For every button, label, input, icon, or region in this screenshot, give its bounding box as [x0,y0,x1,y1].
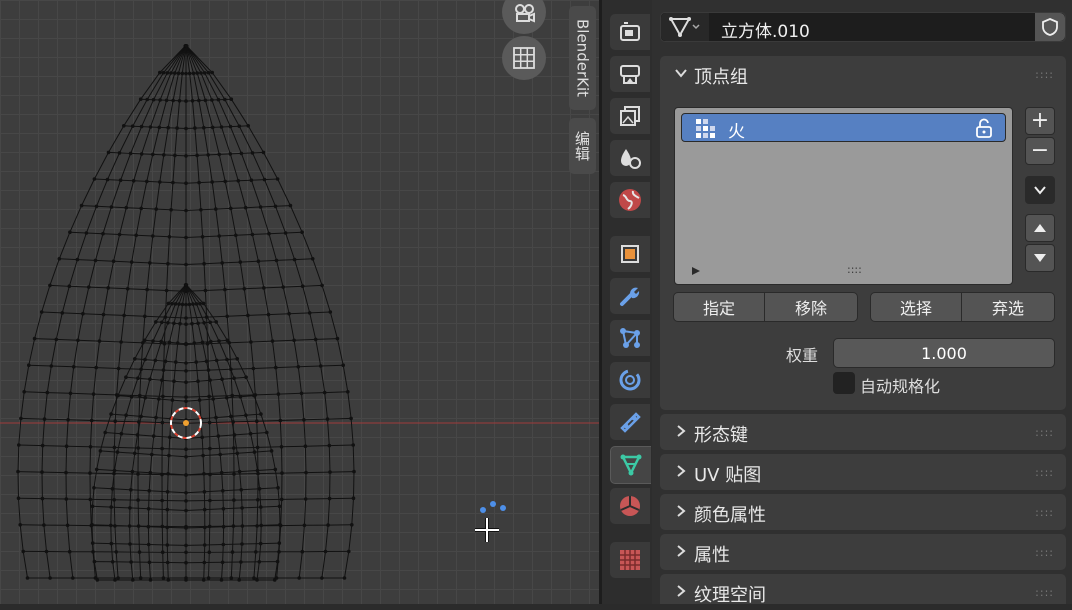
vertex-group-icon [696,119,715,138]
drag-handle-icon[interactable]: :::: [1035,506,1054,519]
select-button[interactable]: 选择 [870,292,962,322]
tab-output[interactable] [610,56,650,92]
physics-icon [619,369,641,391]
auto-normalize-label: 自动规格化 [860,377,941,396]
color-attributes-panel[interactable]: 颜色属性 :::: [660,494,1066,530]
add-vertex-group-button[interactable]: + [1025,107,1055,135]
n-tab-label: 编辑 [573,131,591,161]
panel-header[interactable]: 颜色属性 :::: [660,494,1066,530]
tab-constraints[interactable] [610,404,650,440]
unlock-icon[interactable] [975,118,993,138]
chevron-right-icon [677,425,686,437]
vertex-group-list[interactable]: 火 :::: [674,107,1013,285]
tab-texture[interactable] [610,542,650,578]
n-tab-blenderkit[interactable]: BlenderKit [569,6,596,110]
move-down-button[interactable] [1025,244,1055,272]
panel-title: 形态键 [694,425,748,446]
resize-handle-icon[interactable]: :::: [847,263,862,276]
tab-modifiers[interactable] [610,278,650,314]
move-up-button[interactable] [1025,214,1055,242]
chevron-down-icon [1034,186,1046,195]
drag-handle-icon[interactable]: :::: [1035,68,1054,81]
world-icon [619,189,641,211]
constraints-icon [620,412,641,433]
scene-icon [621,149,641,169]
3d-viewport[interactable]: BlenderKit 编辑 [0,0,600,604]
object-icon [621,245,639,263]
mesh-data-icon [620,454,642,476]
vertex-group-name: 火 [728,122,745,142]
particles-icon [620,328,640,348]
properties-tab-column [602,0,652,604]
n-tab-label: BlenderKit [573,19,592,97]
drag-handle-icon[interactable]: :::: [1035,466,1054,479]
remove-vertex-group-button[interactable]: − [1025,137,1055,165]
list-item[interactable]: 火 [681,113,1006,142]
panel-header[interactable]: 顶点组 :::: [660,56,1066,92]
drag-handle-icon[interactable]: :::: [1035,426,1054,439]
weight-field[interactable]: 1.000 [833,338,1055,368]
panel-title: 纹理空间 [694,585,766,606]
panel-title: UV 贴图 [694,465,762,486]
drag-handle-icon[interactable]: :::: [1035,546,1054,559]
texture-space-panel[interactable]: 纹理空间 :::: [660,574,1066,606]
shield-icon [1042,18,1058,36]
chevron-right-icon [677,465,686,477]
panel-header[interactable]: UV 贴图 :::: [660,454,1066,490]
fake-user-toggle[interactable] [1035,13,1065,41]
wrench-icon [620,287,640,306]
grid-icon [513,47,535,69]
deselect-button[interactable]: 弃选 [961,292,1055,322]
object-name[interactable]: 立方体.010 [721,17,810,42]
arrow-up-icon [1034,224,1046,232]
chevron-right-icon [677,545,686,557]
chevron-right-icon [677,585,686,597]
shape-keys-panel[interactable]: 形态键 :::: [660,414,1066,450]
tab-object[interactable] [610,236,650,272]
mouse-cursor-icon [475,501,506,542]
n-tab-edit[interactable]: 编辑 [569,118,596,174]
arrow-down-icon [1034,254,1046,262]
attributes-panel[interactable]: 属性 :::: [660,534,1066,570]
tab-physics[interactable] [610,362,650,398]
tab-scene[interactable] [610,140,650,176]
remove-button[interactable]: 移除 [764,292,858,322]
panel-title: 属性 [694,545,730,566]
auto-normalize-checkbox[interactable] [833,372,855,394]
panel-header[interactable]: 形态键 :::: [660,414,1066,450]
weight-label: 权重 [786,346,819,365]
tab-view-layer[interactable] [610,98,650,134]
tab-data[interactable] [610,446,651,484]
data-type-selector[interactable] [661,13,709,41]
assign-button[interactable]: 指定 [673,292,765,322]
panel-header[interactable]: 纹理空间 :::: [660,574,1066,610]
texture-icon [620,550,640,570]
uv-maps-panel[interactable]: UV 贴图 :::: [660,454,1066,490]
material-icon [620,496,640,516]
specials-menu-button[interactable] [1025,176,1055,204]
panel-header[interactable]: 属性 :::: [660,534,1066,570]
object-data-header[interactable]: 立方体.010 [660,12,1066,42]
tab-material[interactable] [610,488,650,524]
drag-handle-icon[interactable]: :::: [1035,586,1054,599]
tab-world[interactable] [610,182,650,218]
render-icon [620,22,640,41]
panel-title: 顶点组 [694,67,748,88]
mesh-data-icon [669,17,700,38]
camera-icon [515,4,535,23]
toggle-ortho-button[interactable] [502,36,546,80]
tab-render[interactable] [610,14,650,50]
chevron-right-icon [677,505,686,517]
tab-particles[interactable] [610,320,650,356]
chevron-down-icon [675,69,687,78]
view-layer-icon [620,106,640,126]
filter-toggle-icon[interactable] [691,266,701,276]
output-icon [620,65,640,84]
panel-title: 颜色属性 [694,505,766,526]
